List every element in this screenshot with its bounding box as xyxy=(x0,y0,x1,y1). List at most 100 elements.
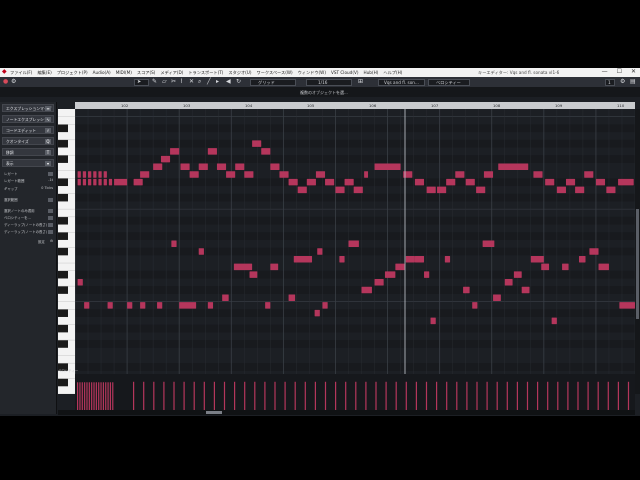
midi-note[interactable] xyxy=(606,186,616,194)
midi-note[interactable] xyxy=(575,186,585,194)
midi-note[interactable] xyxy=(297,186,307,194)
scroll-thumb[interactable] xyxy=(206,411,222,414)
menu-hub[interactable]: Hub(H) xyxy=(363,70,378,76)
midi-note[interactable] xyxy=(77,171,81,178)
midi-note[interactable] xyxy=(140,302,146,309)
midi-note[interactable] xyxy=(598,263,609,271)
eraser-tool-icon[interactable]: ▱ xyxy=(162,78,167,86)
piano-keys-svg[interactable] xyxy=(58,109,75,394)
midi-note[interactable] xyxy=(270,163,280,171)
midi-note[interactable] xyxy=(565,178,576,186)
menu-vst-cloud[interactable]: VST Cloud(V) xyxy=(331,70,359,76)
menu-studio[interactable]: スタジオ(U) xyxy=(228,70,251,76)
section-transpose[interactable]: 移調 T xyxy=(2,148,54,156)
transpose-icon[interactable]: T xyxy=(45,149,51,155)
midi-note[interactable] xyxy=(77,178,81,186)
midi-note[interactable] xyxy=(364,171,369,178)
midi-note[interactable] xyxy=(82,171,87,178)
velocity-lane[interactable] xyxy=(75,374,635,410)
midi-note[interactable] xyxy=(584,171,594,178)
midi-note[interactable] xyxy=(93,178,97,186)
midi-note[interactable] xyxy=(293,255,313,263)
midi-note[interactable] xyxy=(545,178,555,186)
midi-note[interactable] xyxy=(88,171,92,178)
gear-icon[interactable]: ⚙ xyxy=(11,78,16,86)
midi-note[interactable] xyxy=(339,255,345,263)
menu-midi[interactable]: MIDI(M) xyxy=(116,70,132,76)
midi-note[interactable] xyxy=(504,279,513,286)
midi-note[interactable] xyxy=(179,302,197,309)
midi-note[interactable] xyxy=(235,163,245,171)
speaker-icon[interactable]: ◀ xyxy=(226,78,231,86)
midi-note[interactable] xyxy=(133,178,143,186)
collapse-icon[interactable]: ▾ xyxy=(45,160,51,166)
midi-note[interactable] xyxy=(444,255,451,263)
midi-note[interactable] xyxy=(207,148,217,155)
menu-help[interactable]: ヘルプ(H) xyxy=(383,70,402,76)
midi-note[interactable] xyxy=(384,271,396,278)
midi-note[interactable] xyxy=(279,171,289,178)
midi-note[interactable] xyxy=(207,302,214,309)
menu-workspace[interactable]: ワークスペース(W) xyxy=(257,70,293,76)
section-display[interactable]: 表示 ▾ xyxy=(2,159,54,167)
midi-note[interactable] xyxy=(405,255,415,263)
midi-note[interactable] xyxy=(107,302,113,309)
vertical-scrollbar[interactable] xyxy=(635,109,640,394)
midi-note[interactable] xyxy=(476,186,486,194)
minimize-button[interactable]: — xyxy=(602,68,608,75)
midi-note[interactable] xyxy=(198,163,208,171)
menu-score[interactable]: スコア(S) xyxy=(137,70,156,76)
mute-tool-icon[interactable]: ✕ xyxy=(189,78,194,86)
midi-note[interactable] xyxy=(88,178,92,186)
midi-note[interactable] xyxy=(344,178,354,186)
setting-toggle[interactable] xyxy=(48,229,53,234)
midi-note[interactable] xyxy=(157,302,163,309)
midi-note[interactable] xyxy=(498,163,529,171)
midi-note[interactable] xyxy=(153,163,163,171)
midi-note[interactable] xyxy=(374,163,401,171)
midi-note[interactable] xyxy=(556,186,566,194)
midi-note[interactable] xyxy=(446,178,456,186)
menu-project[interactable]: プロジェクト(P) xyxy=(57,70,88,76)
midi-note[interactable] xyxy=(513,271,522,278)
midi-note[interactable] xyxy=(77,279,83,286)
section-note-expression[interactable]: ノートエクスプレッション ∿ xyxy=(2,115,54,123)
midi-note[interactable] xyxy=(403,171,413,178)
menu-file[interactable]: ファイル(F) xyxy=(10,70,32,76)
section-expression-map[interactable]: エクスプレッションマップ ≡ xyxy=(2,104,54,112)
chord-icon[interactable]: ♯ xyxy=(45,127,51,133)
midi-note[interactable] xyxy=(562,263,569,271)
footer-label[interactable]: 設定 xyxy=(38,239,45,244)
play-tool-icon[interactable]: ▸ xyxy=(216,78,219,86)
midi-note[interactable] xyxy=(541,263,550,271)
midi-note[interactable] xyxy=(530,255,544,263)
midi-note[interactable] xyxy=(315,171,326,178)
midi-note[interactable] xyxy=(244,171,254,178)
midi-note[interactable] xyxy=(426,186,436,194)
snap-icon[interactable]: ⊞ xyxy=(358,78,363,86)
midi-note[interactable] xyxy=(455,171,465,178)
midi-note[interactable] xyxy=(261,148,271,155)
midi-note[interactable] xyxy=(233,263,253,271)
midi-note[interactable] xyxy=(160,155,171,163)
section-chord-edit[interactable]: コードエディット ♯ xyxy=(2,126,54,134)
midi-note[interactable] xyxy=(317,248,323,255)
midi-note[interactable] xyxy=(551,317,557,325)
midi-note[interactable] xyxy=(114,178,128,186)
bar-ruler[interactable]: 102 103 104 105 106 107 108 109 110 xyxy=(75,102,635,109)
midi-note[interactable] xyxy=(103,178,107,186)
midi-note[interactable] xyxy=(98,178,102,186)
setting-value[interactable]: 0 Ticks xyxy=(41,186,53,190)
midi-note[interactable] xyxy=(314,309,320,317)
menu-window[interactable]: ウィンドウ(W) xyxy=(298,70,326,76)
midi-note[interactable] xyxy=(82,178,87,186)
midi-note[interactable] xyxy=(84,302,90,309)
line-tool-icon[interactable]: ╱ xyxy=(207,78,211,86)
midi-note[interactable] xyxy=(252,140,262,147)
midi-note[interactable] xyxy=(348,240,359,248)
pencil-tool-icon[interactable]: ✎ xyxy=(152,78,157,86)
midi-note[interactable] xyxy=(361,286,372,294)
midi-note[interactable] xyxy=(463,286,470,294)
midi-note[interactable] xyxy=(98,171,102,178)
midi-note[interactable] xyxy=(493,294,501,301)
